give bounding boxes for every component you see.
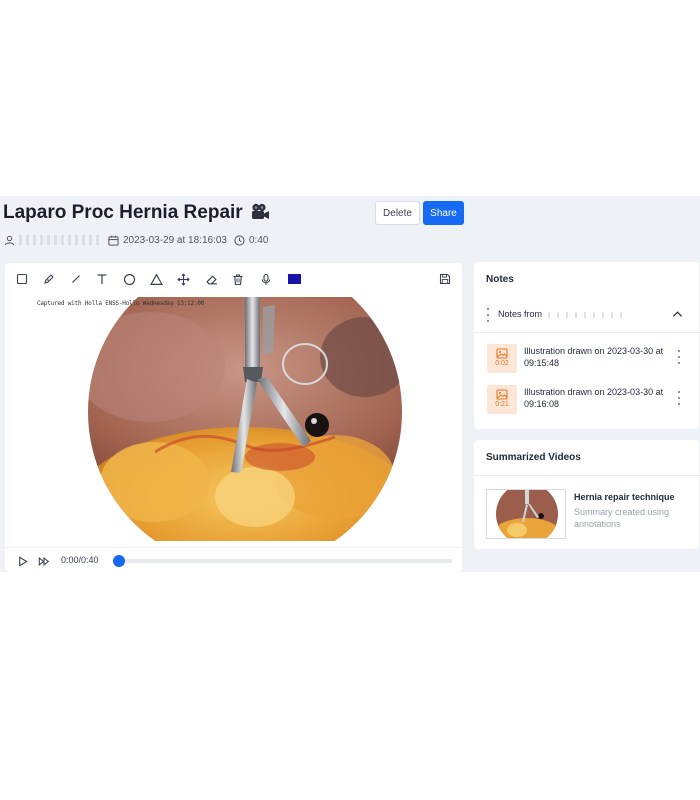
clock-icon <box>234 234 245 246</box>
note-item[interactable]: 0:02 Illustration drawn on 2023-03-30 at… <box>474 341 699 381</box>
line-tool-icon[interactable] <box>68 271 84 287</box>
kebab-menu-icon[interactable] <box>676 350 682 364</box>
endoscopic-video-image <box>88 297 402 541</box>
video-duration: 0:40 <box>249 234 269 246</box>
date-meta: 2023-03-29 at 18:16:03 <box>108 233 227 247</box>
notes-group-header[interactable]: Notes from <box>474 300 699 328</box>
text-tool-icon[interactable] <box>94 271 110 287</box>
save-icon[interactable] <box>437 271 453 287</box>
trash-icon[interactable] <box>230 271 246 287</box>
notes-group-label: Notes from <box>498 309 626 319</box>
notes-divider <box>474 332 699 333</box>
notes-group-label-text: Notes from <box>498 309 543 319</box>
move-tool-icon[interactable] <box>175 271 191 287</box>
summarized-video-thumbnail[interactable] <box>486 489 566 539</box>
summarized-video-title: Hernia repair technique <box>574 492 675 502</box>
video-annotation-player: Captured with Holla ENSS-Hollo Wednesday… <box>5 263 462 572</box>
video-frame[interactable]: Captured with Holla ENSS-Hollo Wednesday… <box>35 297 455 541</box>
recorded-date: 2023-03-29 at 18:16:03 <box>123 234 227 246</box>
note-badge: 0:21 <box>487 385 517 414</box>
note-time: 0:21 <box>495 401 509 408</box>
notes-panel: Notes Notes from 0:02 Illustration drawn… <box>474 262 699 429</box>
pen-color-swatch[interactable] <box>288 274 301 284</box>
summarized-videos-panel: Summarized Videos Hernia repair techniqu… <box>474 440 699 549</box>
delete-button[interactable]: Delete <box>375 201 420 225</box>
user-icon <box>4 235 15 245</box>
playback-time: 0:00/0:40 <box>61 555 99 565</box>
calendar-icon <box>108 235 119 246</box>
pen-tool-icon[interactable] <box>41 271 57 287</box>
video-overlay-text: Captured with Holla ENSS-Hollo Wednesday… <box>37 300 205 307</box>
summarized-video-description: Summary created using annotations <box>574 507 670 529</box>
summarized-video-item[interactable]: Hernia repair technique Summary created … <box>486 489 691 539</box>
video-camera-icon <box>250 203 270 227</box>
play-icon[interactable] <box>15 554 29 568</box>
kebab-menu-icon[interactable] <box>676 391 682 405</box>
annotation-toolbar <box>5 263 462 295</box>
note-time: 0:02 <box>495 360 509 367</box>
author-meta <box>4 233 103 247</box>
progress-knob[interactable] <box>113 555 125 567</box>
page-title: Laparo Proc Hernia Repair <box>3 202 270 227</box>
note-item[interactable]: 0:21 Illustration drawn on 2023-03-30 at… <box>474 382 699 422</box>
kebab-menu-icon[interactable] <box>485 308 491 322</box>
circle-tool-icon[interactable] <box>121 271 137 287</box>
duration-meta: 0:40 <box>234 233 268 247</box>
note-badge: 0:02 <box>487 344 517 373</box>
note-text: Illustration drawn on 2023-03-30 at 09:1… <box>524 346 664 368</box>
notes-title: Notes <box>486 274 514 285</box>
rectangle-tool-icon[interactable] <box>14 271 30 287</box>
eraser-tool-icon[interactable] <box>203 271 219 287</box>
image-icon <box>496 348 508 359</box>
redacted-author-name <box>19 235 103 245</box>
progress-track[interactable] <box>117 559 452 563</box>
chevron-up-icon[interactable] <box>672 310 683 318</box>
triangle-tool-icon[interactable] <box>148 271 164 287</box>
microphone-icon[interactable] <box>258 271 274 287</box>
redacted-author-name <box>547 311 626 318</box>
note-text: Illustration drawn on 2023-03-30 at 09:1… <box>524 387 664 409</box>
page-title-text: Laparo Proc Hernia Repair <box>3 202 243 223</box>
share-button[interactable]: Share <box>423 201 464 225</box>
player-controls: 0:00/0:40 <box>5 547 462 572</box>
fast-forward-icon[interactable] <box>37 554 51 568</box>
summarized-title: Summarized Videos <box>486 452 581 463</box>
recording-page: Laparo Proc Hernia Repair Delete Share 2… <box>0 196 700 572</box>
image-icon <box>496 389 508 400</box>
summarized-divider <box>474 475 699 476</box>
